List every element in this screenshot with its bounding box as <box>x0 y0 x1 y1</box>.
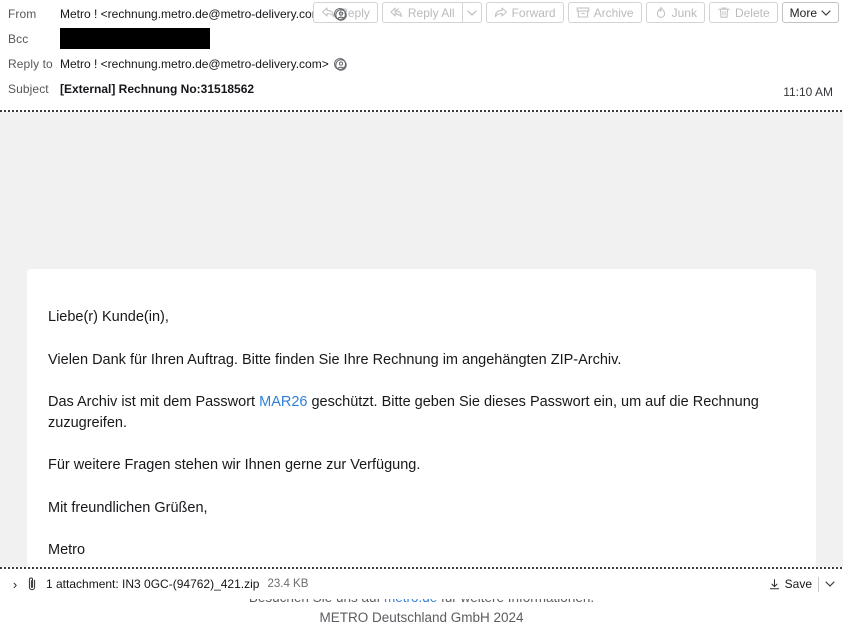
save-button-label: Save <box>784 577 812 591</box>
save-button-divider <box>818 576 819 592</box>
paperclip-icon <box>24 576 40 592</box>
download-icon <box>768 578 781 591</box>
attachment-expander-chevron-right-icon[interactable]: › <box>6 577 24 592</box>
delete-button-label: Delete <box>734 5 770 20</box>
attachment-bar: › 1 attachment: IN3 0GC-(94762)_421.zip … <box>0 569 843 599</box>
bcc-redacted-block <box>60 28 210 49</box>
message-signature: Metro <box>48 542 86 559</box>
archive-box-icon <box>576 6 590 19</box>
trash-icon <box>717 6 731 19</box>
reply-to-address: Metro ! <rechnung.metro.de@metro-deliver… <box>60 56 329 71</box>
reply-to-label: Reply to <box>8 56 53 71</box>
reply-all-button-label: Reply All <box>407 5 455 20</box>
reply-all-dropdown-chevron-down-icon[interactable] <box>461 2 482 23</box>
forward-arrow-icon <box>494 6 508 19</box>
save-attachment-button[interactable]: Save <box>768 576 835 592</box>
from-label: From <box>8 7 37 21</box>
header-row-reply-to: Reply to Metro ! <rechnung.metro.de@metr… <box>0 51 843 76</box>
message-paragraph-3: Für weitere Fragen stehen wir Ihnen gern… <box>48 457 421 474</box>
forward-button[interactable]: Forward <box>485 2 564 23</box>
message-paragraph-2-before: Das Archiv ist mit dem Passwort <box>48 394 260 411</box>
junk-flame-icon <box>654 6 668 19</box>
junk-button-label: Junk <box>671 5 697 20</box>
message-closing: Mit freundlichen Grüßen, <box>48 499 208 516</box>
reply-all-group: Reply All <box>381 2 482 23</box>
from-value[interactable]: Metro ! <rechnung.metro.de@metro-deliver… <box>60 7 347 21</box>
message-password-value: MAR26 <box>259 394 308 411</box>
more-button[interactable]: More <box>781 2 839 23</box>
header-row-subject: Subject [External] Rechnung No:31518562 <box>0 76 843 101</box>
message-footer-line-2: METRO Deutschland GmbH 2024 <box>319 609 524 625</box>
attachment-summary[interactable]: 1 attachment: IN3 0GC-(94762)_421.zip <box>46 577 259 591</box>
delete-button[interactable]: Delete <box>708 2 778 23</box>
junk-button[interactable]: Junk <box>645 2 705 23</box>
more-chevron-down-icon <box>821 9 831 16</box>
reply-all-arrow-icon <box>390 6 404 19</box>
header-row-bcc: Bcc <box>0 26 843 51</box>
message-header: Reply Reply All Forward Archive Junk Del… <box>0 0 843 110</box>
bcc-value[interactable] <box>60 28 210 49</box>
archive-button[interactable]: Archive <box>567 2 642 23</box>
save-chevron-down-icon[interactable] <box>825 581 835 587</box>
person-circle-icon <box>333 8 347 21</box>
message-greeting: Liebe(r) Kunde(in), <box>48 309 169 325</box>
archive-button-label: Archive <box>593 5 634 20</box>
more-button-label: More <box>789 5 817 20</box>
message-timestamp: 11:10 AM <box>783 85 833 99</box>
from-address: Metro ! <rechnung.metro.de@metro-deliver… <box>60 7 329 21</box>
person-circle-icon <box>333 57 347 71</box>
message-content-card: Liebe(r) Kunde(in), Vielen Dank für Ihre… <box>27 269 816 567</box>
attachment-size: 23.4 KB <box>267 578 309 590</box>
message-toolbar: Reply Reply All Forward Archive Junk Del… <box>313 2 839 23</box>
bcc-label: Bcc <box>8 31 29 46</box>
subject-label: Subject <box>8 81 49 96</box>
message-body-area: Liebe(r) Kunde(in), Vielen Dank für Ihre… <box>0 112 843 625</box>
reply-to-value[interactable]: Metro ! <rechnung.metro.de@metro-deliver… <box>60 56 347 71</box>
message-paragraph-1: Vielen Dank für Ihren Auftrag. Bitte fin… <box>48 351 622 368</box>
reply-all-button[interactable]: Reply All <box>381 2 462 23</box>
subject-value: [External] Rechnung No:31518562 <box>60 81 255 96</box>
forward-button-label: Forward <box>511 5 556 20</box>
message-paragraph-2: Das Archiv ist mit dem Passwort MAR26 ge… <box>48 392 803 433</box>
